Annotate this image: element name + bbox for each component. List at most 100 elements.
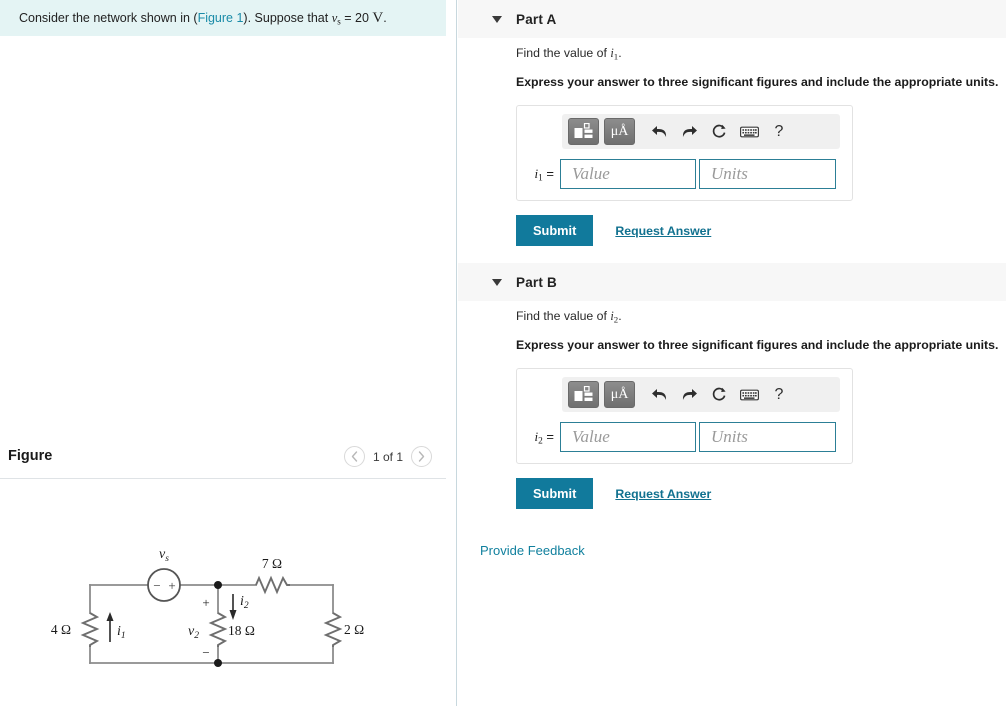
resistor-4ohm-symbol bbox=[80, 612, 100, 647]
circuit-diagram: − + vs 7 Ω 4 Ω i1 18 Ω v2 + − i2 2 Ω bbox=[51, 547, 364, 667]
part-b-submit-button[interactable]: Submit bbox=[516, 478, 594, 510]
part-b-label: Part B bbox=[516, 274, 557, 290]
undo-icon[interactable] bbox=[644, 381, 674, 408]
figure-canvas: − + vs 7 Ω 4 Ω i1 18 Ω v2 + − i2 2 Ω bbox=[0, 490, 446, 706]
source-label-vs: vs bbox=[159, 547, 169, 564]
reset-icon[interactable] bbox=[704, 118, 734, 145]
problem-statement: Consider the network shown in (Figure 1)… bbox=[0, 0, 446, 36]
figure-prev-button[interactable] bbox=[343, 446, 365, 467]
part-a-answer-box: μÅ ? i1 = Value Units bbox=[516, 105, 853, 202]
figure-page-indicator: 1 of 1 bbox=[372, 449, 403, 464]
part-a-question: Find the value of i1. bbox=[516, 46, 1006, 61]
figure-1-link[interactable]: Figure 1 bbox=[198, 11, 244, 25]
part-b-question: Find the value of i2. bbox=[516, 309, 1006, 324]
resistor-18ohm-symbol bbox=[208, 612, 228, 647]
template-math-icon[interactable] bbox=[568, 381, 599, 409]
part-a-toolbar: μÅ ? bbox=[562, 114, 840, 150]
keyboard-icon[interactable] bbox=[734, 118, 764, 145]
current-i2-arrow bbox=[229, 594, 237, 620]
units-micro-angstrom-icon[interactable]: μÅ bbox=[604, 381, 635, 409]
figure-next-button[interactable] bbox=[411, 446, 432, 467]
keyboard-glyph bbox=[739, 389, 759, 401]
right-pane: Part A Find the value of i1. Express you… bbox=[458, 0, 1006, 706]
redo-glyph bbox=[682, 389, 697, 401]
reset-glyph bbox=[712, 124, 726, 138]
v2-plus-sign: + bbox=[202, 595, 209, 610]
reset-icon[interactable] bbox=[704, 381, 734, 408]
part-b-units-input[interactable]: Units bbox=[699, 422, 836, 453]
undo-glyph bbox=[651, 389, 666, 401]
part-a-question-prefix: Find the value of bbox=[516, 46, 611, 60]
part-b-question-suffix: . bbox=[618, 309, 622, 323]
part-a-units-input[interactable]: Units bbox=[699, 159, 836, 190]
help-icon[interactable]: ? bbox=[764, 118, 794, 145]
undo-icon[interactable] bbox=[644, 118, 674, 145]
provide-feedback-link[interactable]: Provide Feedback bbox=[480, 543, 585, 558]
caret-down-icon[interactable] bbox=[492, 15, 502, 23]
reset-glyph bbox=[712, 387, 726, 401]
source-minus-sign: − bbox=[153, 578, 160, 593]
part-a-submit-button[interactable]: Submit bbox=[516, 215, 594, 247]
resistor-7ohm-symbol bbox=[255, 575, 290, 595]
help-question-mark: ? bbox=[774, 122, 784, 140]
voltage-v2-label: v2 bbox=[188, 624, 199, 641]
redo-icon[interactable] bbox=[674, 381, 704, 408]
part-a-answer-row: i1 = Value Units bbox=[526, 159, 843, 190]
part-b-answer-var: i2 = bbox=[526, 429, 560, 447]
part-b-toolbar: μÅ ? bbox=[562, 377, 840, 413]
part-b-answer-var-sub: 2 bbox=[538, 436, 543, 447]
caret-down-icon[interactable] bbox=[492, 278, 502, 286]
left-pane: Consider the network shown in (Figure 1)… bbox=[0, 0, 457, 706]
part-b-body: Find the value of i2. Express your answe… bbox=[458, 309, 1006, 510]
help-question-mark: ? bbox=[774, 385, 784, 403]
problem-period: . bbox=[383, 10, 387, 25]
resistor-2ohm-symbol bbox=[323, 612, 343, 647]
template-math-glyph bbox=[574, 123, 592, 139]
part-b-answer-box: μÅ ? i2 = Value Units bbox=[516, 368, 853, 465]
help-icon[interactable]: ? bbox=[764, 381, 794, 408]
part-a-header[interactable]: Part A bbox=[458, 0, 1006, 38]
part-b-header[interactable]: Part B bbox=[458, 263, 1006, 301]
vs-unit: V bbox=[372, 9, 384, 26]
part-a-body: Find the value of i1. Express your answe… bbox=[458, 46, 1006, 247]
resistor-2ohm-label: 2 Ω bbox=[344, 622, 364, 637]
part-b-value-input[interactable]: Value bbox=[560, 422, 696, 453]
part-b-question-prefix: Find the value of bbox=[516, 309, 611, 323]
current-i2-label: i2 bbox=[240, 594, 249, 611]
part-a-answer-equals: = bbox=[546, 165, 554, 181]
figure-header: Figure 1 of 1 bbox=[0, 440, 446, 479]
template-math-glyph bbox=[574, 386, 592, 402]
resistor-18ohm-label: 18 Ω bbox=[228, 623, 255, 638]
current-i1-label: i1 bbox=[117, 624, 126, 641]
problem-text-after: ). Suppose that bbox=[243, 10, 332, 25]
resistor-7ohm-label: 7 Ω bbox=[262, 556, 282, 571]
part-a-value-input[interactable]: Value bbox=[560, 159, 696, 190]
redo-icon[interactable] bbox=[674, 118, 704, 145]
template-math-icon[interactable] bbox=[568, 118, 599, 146]
units-micro-angstrom-label: μÅ bbox=[610, 123, 629, 139]
units-micro-angstrom-icon[interactable]: μÅ bbox=[604, 118, 635, 146]
figure-title: Figure bbox=[8, 448, 53, 464]
resistor-4ohm-label: 4 Ω bbox=[51, 622, 71, 637]
figure-pager: 1 of 1 bbox=[343, 446, 432, 467]
part-a-label: Part A bbox=[516, 11, 557, 27]
part-a-request-answer-link[interactable]: Request Answer bbox=[615, 224, 711, 238]
part-b-instruction: Express your answer to three significant… bbox=[516, 338, 999, 353]
chevron-left-icon bbox=[351, 451, 358, 462]
part-a-submit-row: Submit Request Answer bbox=[516, 215, 1006, 247]
undo-glyph bbox=[651, 126, 666, 138]
problem-text-before: Consider the network shown in ( bbox=[19, 10, 198, 25]
vs-value: = 20 bbox=[340, 10, 373, 25]
v2-minus-sign: − bbox=[202, 645, 209, 660]
redo-glyph bbox=[682, 126, 697, 138]
part-b-answer-equals: = bbox=[546, 428, 554, 444]
part-a-answer-var: i1 = bbox=[526, 166, 560, 184]
source-plus-sign: + bbox=[168, 578, 175, 593]
units-micro-angstrom-label: μÅ bbox=[610, 386, 629, 402]
problem-statement-text: Consider the network shown in (Figure 1)… bbox=[0, 9, 387, 27]
part-b-request-answer-link[interactable]: Request Answer bbox=[615, 487, 711, 501]
part-a-question-suffix: . bbox=[618, 46, 622, 60]
chevron-right-icon bbox=[418, 451, 425, 462]
keyboard-icon[interactable] bbox=[734, 381, 764, 408]
node-dot-bottom bbox=[214, 659, 222, 667]
